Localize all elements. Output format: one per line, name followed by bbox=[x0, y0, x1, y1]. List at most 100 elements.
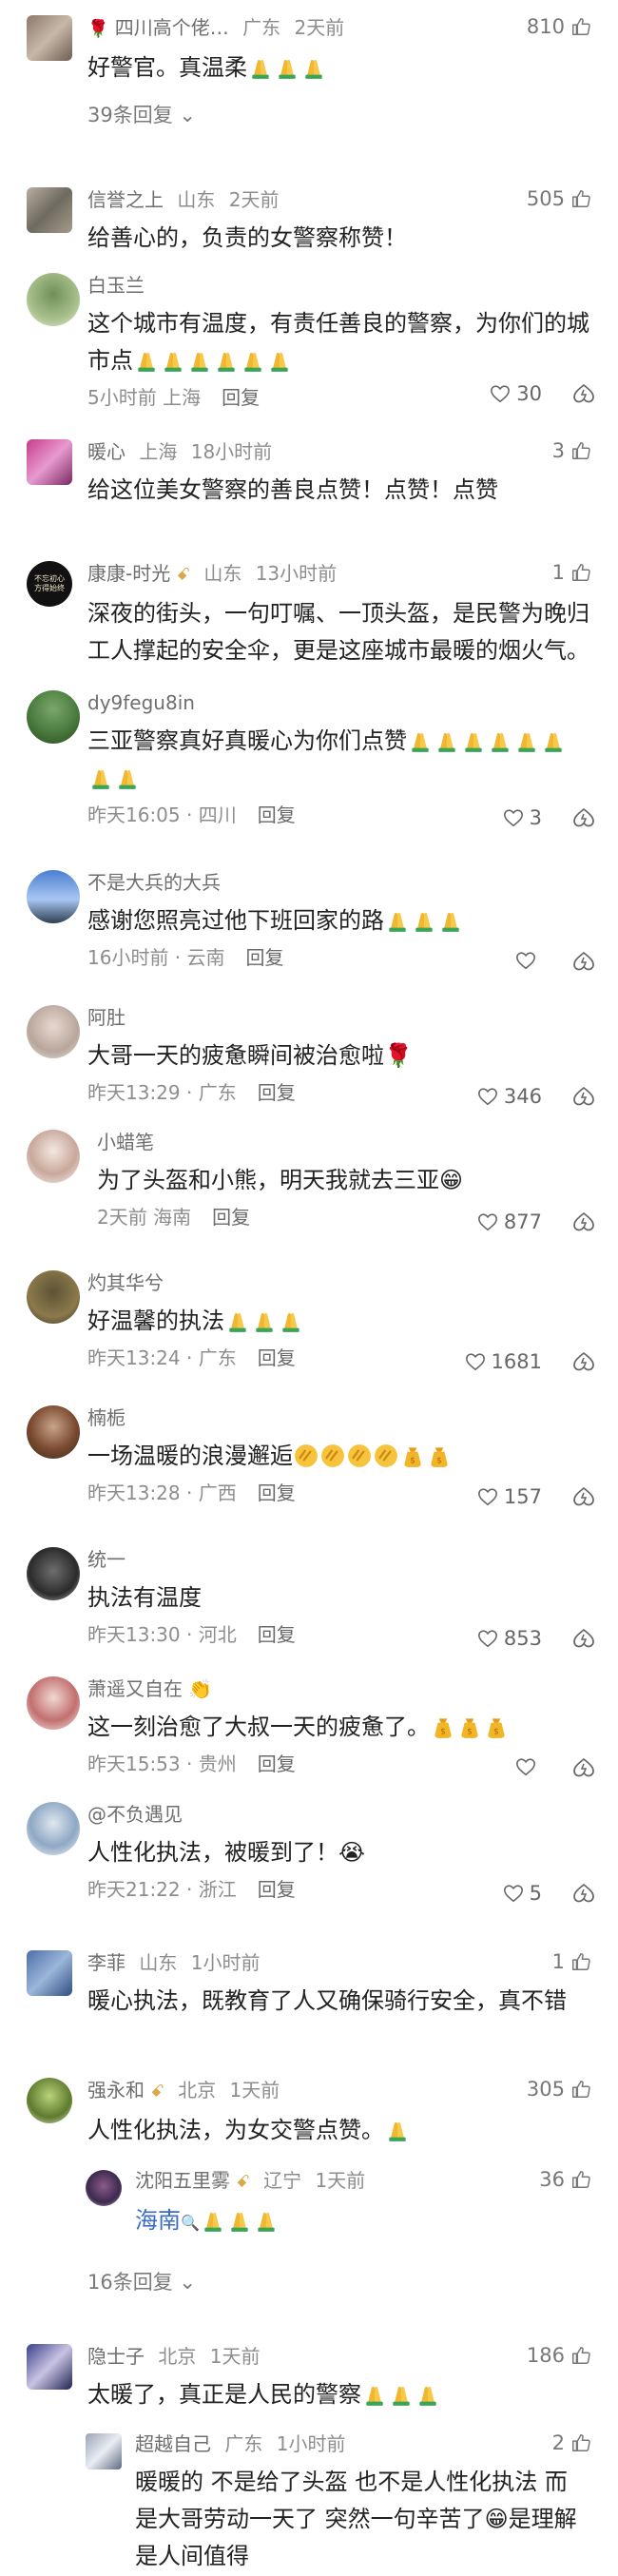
avatar[interactable] bbox=[27, 1547, 80, 1600]
comment-author[interactable]: 强永和 bbox=[87, 2079, 145, 2101]
like-button[interactable]: 810 bbox=[527, 15, 591, 38]
avatar[interactable] bbox=[27, 690, 80, 744]
reply-author[interactable]: 白玉兰 bbox=[87, 274, 145, 297]
heart-like-button[interactable]: 3 bbox=[503, 806, 542, 829]
comment-author[interactable]: 四川高个佬… bbox=[115, 16, 229, 39]
reply-time: 昨天13:29 bbox=[87, 1081, 181, 1104]
heart-like-button[interactable] bbox=[515, 950, 542, 971]
expand-replies-button[interactable]: 16条回复 ⌄ bbox=[87, 2267, 196, 2295]
comment-author[interactable]: 康康-时光 bbox=[87, 562, 170, 585]
reply-text: 这个城市有温度，有责任善良的警察，为你们的城市点 bbox=[87, 310, 589, 374]
avatar[interactable] bbox=[27, 1676, 80, 1730]
reply-button[interactable]: 回复 bbox=[258, 1346, 296, 1369]
heart-icon bbox=[516, 1758, 535, 1776]
reply-author[interactable]: 楠栀 bbox=[87, 1406, 126, 1429]
like-button[interactable]: 186 bbox=[527, 2344, 591, 2367]
like-button[interactable]: 1 bbox=[552, 561, 591, 584]
reply-button[interactable]: 回复 bbox=[258, 1753, 296, 1775]
folded-hands-emoji bbox=[282, 1312, 299, 1332]
dislike-icon[interactable] bbox=[572, 1882, 595, 1905]
heart-like-button[interactable]: 877 bbox=[477, 1211, 542, 1233]
folded-hands-emoji bbox=[191, 352, 208, 372]
reply-author[interactable]: 小蜡笔 bbox=[97, 1131, 154, 1153]
comment-time: 1天前 bbox=[209, 2345, 261, 2368]
comment-author[interactable]: 信誉之上 bbox=[87, 188, 164, 211]
dislike-icon[interactable] bbox=[572, 1756, 595, 1779]
heart-like-button[interactable]: 346 bbox=[477, 1085, 542, 1108]
dislike-icon[interactable] bbox=[572, 1211, 595, 1233]
like-button[interactable]: 3 bbox=[552, 439, 591, 462]
avatar[interactable] bbox=[27, 1005, 80, 1058]
reply-button[interactable]: 回复 bbox=[258, 1878, 296, 1901]
reply-author[interactable]: 不是大兵的大兵 bbox=[87, 871, 221, 894]
avatar[interactable] bbox=[27, 273, 80, 326]
avatar[interactable] bbox=[27, 187, 72, 233]
avatar[interactable] bbox=[27, 1405, 80, 1459]
comment-author[interactable]: 暖心 bbox=[87, 440, 126, 463]
reply-author[interactable]: @不负遇见 bbox=[87, 1803, 183, 1826]
location-tag[interactable]: 海南 bbox=[135, 2207, 181, 2234]
avatar[interactable] bbox=[27, 2078, 72, 2123]
comment-location: 北京 bbox=[158, 2345, 197, 2368]
avatar[interactable] bbox=[27, 2344, 72, 2390]
dislike-icon[interactable] bbox=[572, 806, 595, 829]
sub-reply: 沈阳五里雾 ꗃ 辽宁 1天前 海南🔍 36 bbox=[0, 2168, 618, 2235]
dislike-icon[interactable] bbox=[572, 1485, 595, 1508]
heart-like-button[interactable]: 853 bbox=[477, 1627, 542, 1650]
avatar[interactable] bbox=[27, 1270, 80, 1324]
avatar[interactable] bbox=[86, 2433, 122, 2469]
reply-location: 四川 bbox=[198, 804, 237, 826]
avatar[interactable] bbox=[27, 15, 72, 61]
dislike-icon[interactable] bbox=[572, 382, 595, 405]
folded-hands-emoji bbox=[92, 769, 109, 789]
avatar[interactable] bbox=[27, 1950, 72, 1996]
like-button[interactable]: 36 bbox=[539, 2168, 591, 2191]
avatar[interactable] bbox=[27, 1802, 80, 1855]
like-button[interactable]: 305 bbox=[527, 2078, 591, 2101]
avatar[interactable] bbox=[27, 439, 72, 485]
reply-button[interactable]: 回复 bbox=[258, 1482, 296, 1504]
heart-icon bbox=[477, 1213, 497, 1231]
like-button[interactable]: 505 bbox=[527, 187, 591, 210]
reply-author[interactable]: 超越自己 bbox=[135, 2432, 211, 2455]
dislike-icon[interactable] bbox=[572, 1085, 595, 1108]
reply-button[interactable]: 回复 bbox=[258, 1081, 296, 1104]
expand-replies-button[interactable]: 39条回复 ⌄ bbox=[87, 100, 618, 128]
folded-hands-emoji bbox=[438, 732, 455, 752]
dislike-icon[interactable] bbox=[572, 1627, 595, 1650]
reply-button[interactable]: 回复 bbox=[258, 804, 296, 826]
comment-author[interactable]: 李菲 bbox=[87, 1951, 126, 1974]
reply-author[interactable]: 统一 bbox=[87, 1548, 126, 1571]
comment-location: 广东 bbox=[242, 16, 281, 39]
heart-like-button[interactable]: 1681 bbox=[465, 1350, 542, 1373]
reply-author[interactable]: 萧遥又自在 bbox=[87, 1677, 183, 1700]
reply-button[interactable]: 回复 bbox=[246, 946, 284, 969]
reply-button[interactable]: 回复 bbox=[258, 1623, 296, 1646]
comment-location: 北京 bbox=[178, 2079, 217, 2101]
reply-button[interactable]: 回复 bbox=[222, 386, 260, 409]
avatar[interactable]: 不忘初心方得始终 bbox=[27, 561, 72, 607]
folded-hands-emoji bbox=[389, 2121, 406, 2141]
reply-author[interactable]: 阿肚 bbox=[87, 1006, 126, 1029]
avatar[interactable] bbox=[86, 2170, 122, 2206]
heart-like-button[interactable]: 30 bbox=[490, 382, 542, 405]
clap-emoji bbox=[347, 1443, 372, 1468]
reply-author[interactable]: 沈阳五里雾 bbox=[135, 2169, 230, 2192]
heart-like-button[interactable]: 157 bbox=[477, 1485, 542, 1508]
avatar[interactable] bbox=[27, 1130, 80, 1183]
like-button[interactable]: 2 bbox=[552, 2431, 591, 2454]
reply-author[interactable]: dy9fegu8in bbox=[87, 691, 195, 714]
comment-author[interactable]: 隐士子 bbox=[87, 2345, 145, 2368]
reply-button[interactable]: 回复 bbox=[212, 1206, 250, 1229]
clap-emoji bbox=[294, 1443, 319, 1468]
folded-hands-emoji bbox=[465, 732, 482, 752]
reply-location: 上海 bbox=[163, 386, 202, 409]
dislike-icon[interactable] bbox=[572, 950, 595, 973]
like-button[interactable]: 1 bbox=[552, 1950, 591, 1973]
dislike-icon[interactable] bbox=[572, 1350, 595, 1373]
heart-like-button[interactable] bbox=[515, 1756, 542, 1777]
reply-author[interactable]: 灼其华兮 bbox=[87, 1271, 164, 1294]
grinning-emoji: 😁 bbox=[484, 2506, 509, 2532]
avatar[interactable] bbox=[27, 870, 80, 923]
heart-like-button[interactable]: 5 bbox=[503, 1882, 542, 1905]
